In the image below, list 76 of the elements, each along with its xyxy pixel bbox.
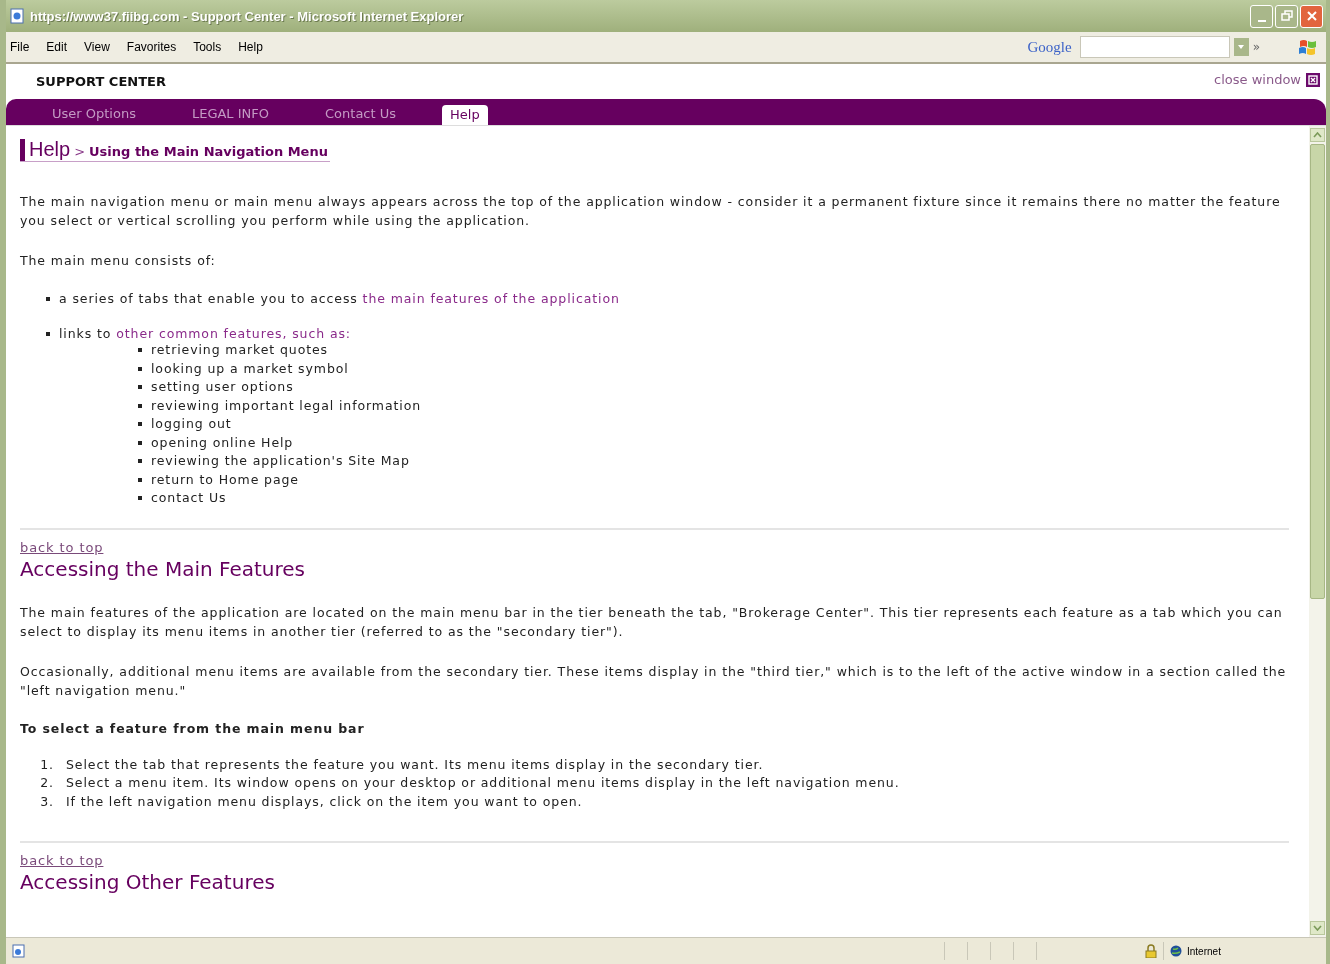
bullet-icon	[46, 296, 50, 301]
tab[interactable]: User Options	[42, 103, 146, 125]
section-heading: Accessing Other Features	[20, 870, 276, 894]
scroll-down-button[interactable]	[1310, 921, 1325, 935]
bullet-icon	[138, 440, 142, 445]
list-item: return to Home page	[151, 470, 299, 489]
windows-flag-icon	[1298, 38, 1318, 56]
restore-button[interactable]	[1275, 4, 1298, 28]
scroll-thumb[interactable]	[1310, 144, 1325, 599]
step-number: 3.	[40, 792, 54, 811]
link[interactable]: the main features of the application	[362, 291, 620, 306]
menu-item[interactable]: Edit	[46, 40, 68, 54]
back-to-top-link[interactable]: back to top	[20, 539, 104, 555]
window-title: https://www37.fiibg.com - Support Center - Microsoft Internet Explorer	[30, 8, 465, 24]
bullet-icon	[138, 422, 142, 427]
bullet-icon	[138, 403, 142, 408]
menu-item[interactable]: Tools	[193, 40, 222, 54]
bullet-icon	[46, 331, 50, 336]
page-icon	[12, 944, 26, 958]
breadcrumb-separator: >	[74, 144, 86, 159]
bullet-icon	[138, 366, 142, 371]
back-to-top-link[interactable]: back to top	[20, 853, 104, 868]
menu-item[interactable]: View	[84, 40, 110, 54]
paragraph: The main menu consists of:	[20, 252, 217, 270]
subheading: To select a feature from the main menu bar	[20, 720, 366, 736]
paragraph: The main navigation menu or main menu always appears across the top of the application window - consider it a permanent fixture since it remains there no matter the feature you select or vertical scrolling you perform while using the application.	[20, 193, 1282, 230]
list-item: If the left navigation menu displays, click on the item you want to open.	[66, 792, 583, 811]
lock-icon	[1145, 944, 1157, 958]
heading-marker	[20, 138, 25, 161]
menu-item[interactable]: Favorites	[126, 40, 177, 54]
scrollbar[interactable]	[1309, 126, 1326, 937]
scroll-up-button[interactable]	[1310, 128, 1325, 142]
search-engine-menu[interactable]: Google	[1027, 38, 1072, 56]
tab[interactable]: Help	[442, 105, 488, 125]
restore-icon	[1280, 10, 1293, 22]
tab[interactable]: Contact Us	[315, 103, 406, 125]
section-heading: Accessing the Main Features	[20, 556, 307, 581]
more-button[interactable]: »	[1252, 40, 1260, 54]
close-window-link[interactable]: close window	[1214, 72, 1301, 87]
paragraph: Occasionally, additional menu items are available from the secondary tier. These items display in the "third tier," which is to the left of the active window in a section called the "left navigation menu."	[20, 662, 1288, 700]
bullet-icon	[138, 385, 142, 390]
paragraph: The main features of the application are located on the main menu bar in the tier beneath the tab, "Brokerage Center". This tier represents each feature as a tab which you can select to display its menu items in another tier (referred to as the "secondary tier").	[20, 603, 1284, 641]
site-title: SUPPORT CENTER	[36, 74, 166, 89]
list-item: contact Us	[151, 489, 227, 507]
menu-item[interactable]: File	[10, 40, 30, 54]
minimize-button[interactable]	[1250, 4, 1273, 28]
bullet-icon	[138, 477, 142, 482]
security-zone: Internet	[1187, 945, 1221, 957]
list-item: opening online Help	[151, 433, 294, 452]
list-item: reviewing the application's Site Map	[151, 452, 410, 470]
close-icon	[1305, 10, 1318, 22]
tab[interactable]: LEGAL INFO	[181, 103, 279, 125]
step-number: 1.	[40, 755, 54, 774]
list-item: Select the tab that represents the feature you want. Its menu items display in the secondary tier.	[66, 755, 764, 774]
bullet-icon	[138, 496, 142, 501]
list-item: links to other common features, such as:	[59, 326, 351, 341]
bullet-icon	[138, 459, 142, 464]
menu-item[interactable]: Help	[238, 40, 263, 54]
list-item: setting user options	[151, 378, 294, 396]
search-field[interactable]	[1079, 36, 1230, 58]
bullet-icon	[138, 348, 142, 353]
step-number: 2.	[40, 774, 54, 792]
list-item: logging out	[151, 415, 232, 433]
link[interactable]: other common features, such as:	[116, 326, 351, 341]
list-item: Select a menu item. Its window opens on your desktop or additional menu items display in the left navigation menu.	[66, 774, 900, 792]
close-icon	[1306, 72, 1320, 87]
list-item: a series of tabs that enable you to access the main features of the application	[59, 291, 620, 306]
list-item: looking up a market symbol	[151, 359, 349, 378]
minimize-icon	[1257, 19, 1266, 22]
close-button[interactable]	[1300, 4, 1323, 28]
page-icon	[10, 8, 24, 24]
page-title: Using the Main Navigation Menu	[89, 144, 328, 159]
breadcrumb-link[interactable]: Help	[29, 138, 71, 161]
list-item: reviewing important legal information	[151, 396, 422, 415]
dropdown-icon[interactable]	[1233, 38, 1249, 56]
list-item: retrieving market quotes	[151, 341, 328, 359]
